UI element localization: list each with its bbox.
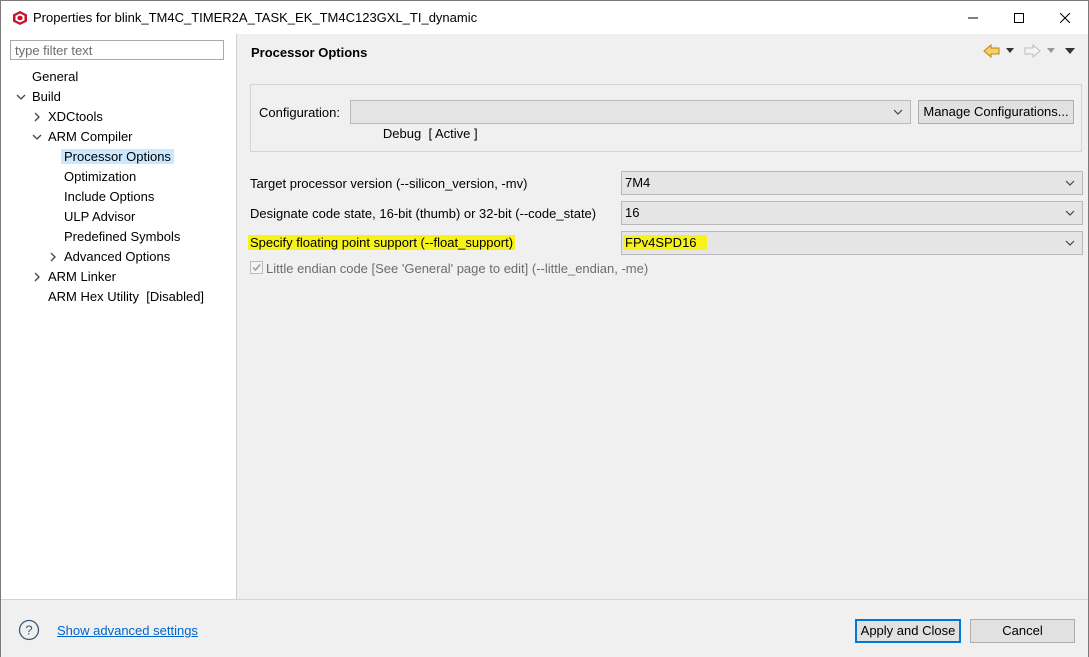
option-label-float-support: Specify floating point support (--float_…: [248, 235, 516, 250]
code-state-select[interactable]: 16: [621, 201, 1083, 225]
chevron-right-icon[interactable]: [32, 112, 42, 122]
little-endian-label: Little endian code [See 'General' page t…: [266, 261, 649, 276]
maximize-button[interactable]: [996, 1, 1042, 34]
show-advanced-settings-link[interactable]: Show advanced settings: [57, 623, 198, 638]
silicon-version-select[interactable]: 7M4: [621, 171, 1083, 195]
tree-item-include-options[interactable]: Include Options: [61, 187, 157, 207]
option-label-code-state: Designate code state, 16-bit (thumb) or …: [250, 206, 597, 221]
forward-arrow-icon[interactable]: [1023, 44, 1041, 58]
properties-window: Properties for blink_TM4C_TIMER2A_TASK_E…: [0, 0, 1089, 657]
tree-item-arm-hex-utility[interactable]: ARM Hex Utility [Disabled]: [45, 287, 207, 307]
tree-item-arm-linker[interactable]: ARM Linker: [45, 267, 119, 287]
page-tree-panel: General Build XDCtools ARM Compiler Proc…: [1, 34, 237, 599]
page-title: Processor Options: [251, 45, 368, 60]
configuration-group: Configuration: Debug [ Active ] Manage C…: [250, 84, 1082, 152]
chevron-down-icon: [1065, 240, 1075, 246]
chevron-down-icon[interactable]: [16, 92, 26, 102]
forward-history-dropdown-icon[interactable]: [1047, 48, 1055, 54]
tree-item-ulp-advisor[interactable]: ULP Advisor: [61, 207, 138, 227]
dialog-button-bar: ? Show advanced settings Apply and Close…: [1, 599, 1088, 657]
back-history-dropdown-icon[interactable]: [1006, 48, 1014, 54]
checkmark-icon: [252, 264, 261, 272]
tree-item-advanced-options[interactable]: Advanced Options: [61, 247, 173, 267]
chevron-down-icon[interactable]: [32, 132, 42, 142]
svg-text:?: ?: [25, 623, 32, 638]
title-bar: Properties for blink_TM4C_TIMER2A_TASK_E…: [1, 1, 1088, 34]
window-title: Properties for blink_TM4C_TIMER2A_TASK_E…: [33, 10, 478, 25]
maximize-icon: [1014, 12, 1024, 23]
back-arrow-icon[interactable]: [983, 44, 1001, 58]
tree-item-build[interactable]: Build: [29, 87, 64, 107]
configuration-select[interactable]: Debug [ Active ]: [350, 100, 911, 141]
chevron-down-icon: [1065, 180, 1075, 186]
little-endian-checkbox[interactable]: [250, 261, 263, 274]
apply-and-close-button[interactable]: Apply and Close: [855, 619, 961, 643]
view-menu-icon[interactable]: [1065, 48, 1075, 55]
help-icon[interactable]: ?: [18, 619, 40, 641]
float-support-select[interactable]: FPv4SPD16: [621, 231, 1083, 255]
tree-item-xdctools[interactable]: XDCtools: [45, 107, 106, 127]
configuration-label: Configuration:: [259, 105, 340, 120]
manage-configurations-button[interactable]: Manage Configurations...: [918, 100, 1074, 124]
option-label-silicon-version: Target processor version (--silicon_vers…: [250, 176, 528, 191]
tree-item-optimization[interactable]: Optimization: [61, 167, 139, 187]
ti-logo-icon: [13, 11, 27, 25]
chevron-right-icon[interactable]: [48, 252, 58, 262]
minimize-button[interactable]: [950, 1, 996, 34]
close-button[interactable]: [1042, 1, 1088, 34]
close-icon: [1060, 12, 1070, 23]
tree-item-arm-compiler[interactable]: ARM Compiler: [45, 127, 136, 147]
filter-input[interactable]: [10, 40, 224, 60]
processor-options-page: Processor Options Configuration: Debug […: [237, 34, 1088, 599]
chevron-down-icon: [893, 109, 903, 115]
tree-item-processor-options[interactable]: Processor Options: [61, 147, 174, 167]
minimize-icon: [968, 17, 978, 18]
tree-item-predefined-symbols[interactable]: Predefined Symbols: [61, 227, 183, 247]
chevron-down-icon: [1065, 210, 1075, 216]
chevron-right-icon[interactable]: [32, 272, 42, 282]
tree-item-general[interactable]: General: [29, 67, 81, 87]
cancel-button[interactable]: Cancel: [970, 619, 1075, 643]
